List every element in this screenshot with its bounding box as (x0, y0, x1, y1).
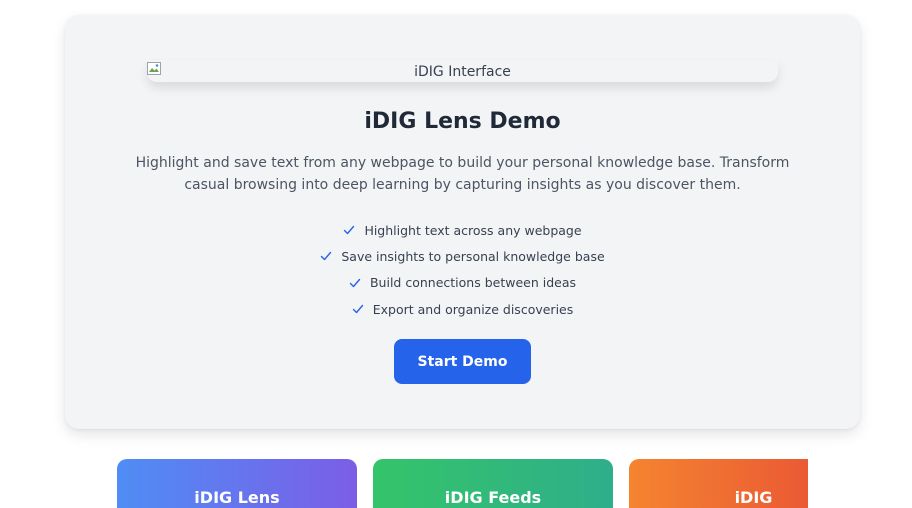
feature-text: Highlight text across any webpage (364, 222, 582, 238)
demo-title: iDIG Lens Demo (364, 109, 561, 134)
check-icon (352, 304, 363, 314)
product-card-feeds[interactable]: iDIG Feeds (373, 459, 613, 508)
feature-text: Export and organize discoveries (372, 301, 574, 317)
check-icon (321, 252, 332, 261)
check-icon (344, 225, 355, 235)
feature-text: Save insights to personal knowledge base (341, 248, 605, 264)
demo-card: iDIG Interface iDIG Lens Demo Highlight … (65, 15, 860, 429)
feature-item: Highlight text across any webpage (65, 217, 860, 243)
feature-item: Build connections between ideas (65, 270, 860, 296)
product-card-lens[interactable]: iDIG Lens (117, 459, 357, 508)
page: iDIG Interface iDIG Lens Demo Highlight … (0, 0, 912, 508)
product-card-matching[interactable]: iDIG Matching (629, 459, 808, 508)
feature-list: Highlight text across any webpage Save i… (65, 217, 860, 322)
product-card-label: iDIG Matching (677, 488, 773, 508)
feature-text: Build connections between ideas (369, 275, 576, 291)
demo-description: Highlight and save text from any webpage… (135, 155, 790, 193)
feature-item: Export and organize discoveries (65, 296, 860, 322)
interface-image: iDIG Interface (147, 60, 778, 82)
product-card-label: iDIG Feeds (444, 488, 542, 507)
start-demo-button[interactable]: Start Demo (394, 339, 531, 384)
product-card-label: iDIG Lens (194, 488, 280, 507)
image-alt-text: iDIG Interface (414, 64, 511, 80)
check-icon (349, 278, 361, 287)
feature-item: Save insights to personal knowledge base (65, 243, 860, 269)
